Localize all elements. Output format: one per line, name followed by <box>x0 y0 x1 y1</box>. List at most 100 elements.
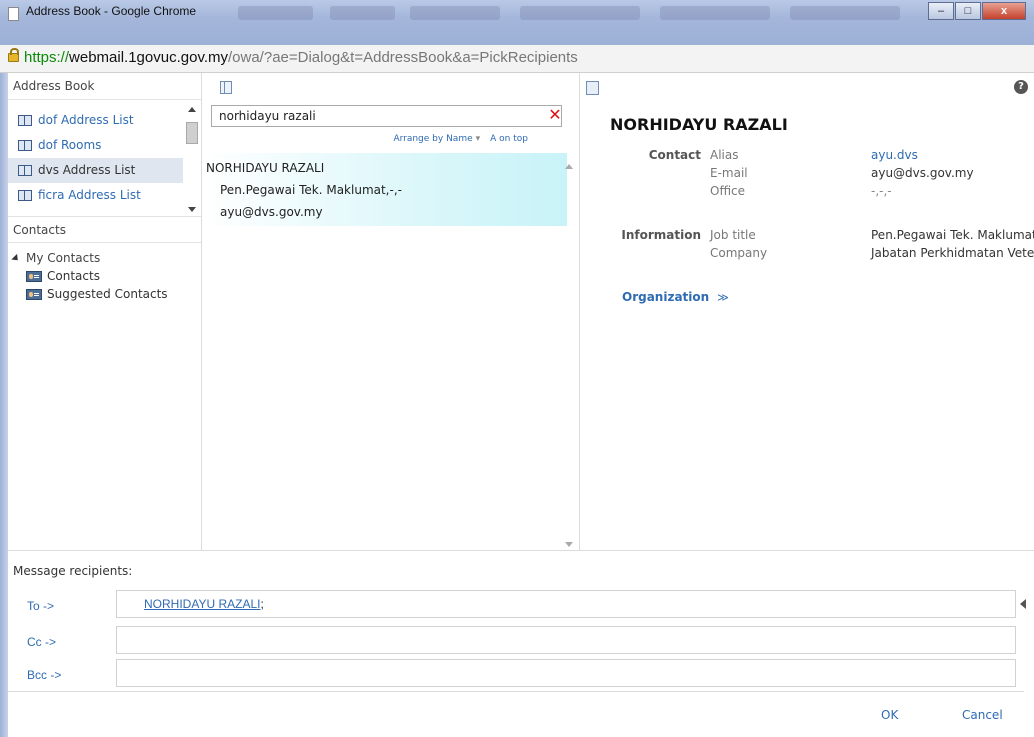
contact-section-label: Contact <box>648 148 701 162</box>
scroll-down-arrow-icon[interactable] <box>565 542 573 547</box>
search-input[interactable] <box>211 105 562 127</box>
lock-icon <box>8 48 19 62</box>
dialog-main: Address Book dof Address List dof Rooms … <box>8 73 1034 550</box>
address-book-icon <box>18 190 32 201</box>
cc-row: Cc -> <box>8 626 1030 662</box>
blurred-tab <box>410 6 500 20</box>
my-contacts-node[interactable]: My Contacts <box>8 249 201 267</box>
url-protocol: https:// <box>24 49 70 66</box>
collapse-arrow-icon[interactable] <box>1020 599 1026 609</box>
address-book-icon <box>18 165 32 176</box>
to-row: To -> NORHIDAYU RAZALI; <box>8 590 1030 626</box>
window-title: Address Book - Google Chrome <box>26 4 197 18</box>
contact-card-icon <box>26 288 42 300</box>
scroll-up-arrow-icon[interactable] <box>188 107 196 112</box>
alias-label: Alias <box>710 148 739 162</box>
my-contacts-label: My Contacts <box>26 251 101 265</box>
contact-name: NORHIDAYU RAZALI <box>610 115 788 134</box>
close-button[interactable]: x <box>982 2 1026 20</box>
results-pane: ✕ Arrange by Name ▾ A on top NORHIDAYU RAZ… <box>202 73 580 550</box>
bcc-field[interactable] <box>116 659 1016 687</box>
detail-pane: ? NORHIDAYU RAZALI Contact Alias ayu.dvs… <box>581 73 1034 550</box>
scroll-up-arrow-icon[interactable] <box>565 164 573 169</box>
scroll-thumb[interactable] <box>186 122 198 144</box>
address-bar[interactable]: https://webmail.1govuc.gov.my/owa/?ae=Di… <box>0 45 1034 73</box>
address-list-scrollbar[interactable] <box>185 104 199 214</box>
address-book-header: Address Book <box>8 73 201 100</box>
result-list: NORHIDAYU RAZALI Pen.Pegawai Tek. Maklum… <box>202 153 580 550</box>
blurred-tab <box>238 6 313 20</box>
help-icon[interactable]: ? <box>1014 80 1028 94</box>
address-list-label: dof Rooms <box>38 138 102 152</box>
company-label: Company <box>710 246 768 260</box>
divider <box>8 691 1024 692</box>
message-recipients-label: Message recipients: <box>13 564 133 578</box>
cc-button[interactable]: Cc -> <box>27 635 56 649</box>
address-list-item[interactable]: dof Rooms <box>8 133 201 158</box>
address-list-item[interactable]: dof Address List <box>8 108 201 133</box>
suggested-contacts-folder[interactable]: Suggested Contacts <box>8 285 201 303</box>
address-book-icon <box>18 115 32 126</box>
bcc-row: Bcc -> <box>8 659 1030 695</box>
url-host: webmail.1govuc.gov.my <box>69 49 228 66</box>
chevron-down-icon[interactable]: ▾ <box>476 134 481 144</box>
to-button[interactable]: To -> <box>27 599 54 613</box>
scroll-down-arrow-icon[interactable] <box>188 207 196 212</box>
office-value: -,-,- <box>871 184 892 198</box>
organization-label: Organization <box>622 290 710 304</box>
organization-toggle[interactable]: Organization ≫ <box>622 290 729 304</box>
arrange-bar: Arrange by Name ▾ A on top <box>202 134 528 144</box>
email-value: ayu@dvs.gov.my <box>871 166 974 180</box>
office-label: Office <box>710 184 746 198</box>
minimize-button[interactable]: – <box>928 2 954 20</box>
pane-toggle-icon[interactable] <box>220 81 232 94</box>
blurred-tab <box>330 6 395 20</box>
blurred-tab <box>790 6 900 20</box>
title-bar: Address Book - Google Chrome – □ x <box>0 0 1034 45</box>
maximize-button[interactable]: □ <box>955 2 981 20</box>
double-chevron-down-icon[interactable]: ≫ <box>717 291 729 304</box>
address-list-item-selected[interactable]: dvs Address List <box>8 158 183 183</box>
job-title-value: Pen.Pegawai Tek. Maklumat <box>871 228 1034 242</box>
job-title-label: Job title <box>710 228 756 242</box>
results-scrollbar[interactable] <box>562 161 574 549</box>
contacts-folder-label: Contacts <box>47 269 100 283</box>
clear-search-icon[interactable]: ✕ <box>547 104 563 126</box>
url-text[interactable]: https://webmail.1govuc.gov.my/owa/?ae=Di… <box>24 49 578 66</box>
cc-field[interactable] <box>116 626 1016 654</box>
sort-order-button[interactable]: A on top <box>490 134 528 144</box>
address-list-label: dof Address List <box>38 113 134 127</box>
blurred-tab <box>520 6 640 20</box>
navigation-pane: Address Book dof Address List dof Rooms … <box>8 73 202 550</box>
address-list-label: ficra Address List <box>38 188 141 202</box>
arrange-by-name-button[interactable]: Arrange by Name <box>393 134 472 144</box>
expand-triangle-icon[interactable] <box>11 253 21 263</box>
add-to-contacts-icon[interactable] <box>586 81 599 95</box>
page-icon <box>8 7 19 21</box>
result-name: NORHIDAYU RAZALI <box>206 161 325 175</box>
result-email: ayu@dvs.gov.my <box>220 205 323 219</box>
contacts-header: Contacts <box>8 216 201 243</box>
blurred-tab <box>660 6 770 20</box>
alias-value[interactable]: ayu.dvs <box>871 148 918 162</box>
address-list-list: dof Address List dof Rooms dvs Address L… <box>8 100 201 216</box>
to-recipient[interactable]: NORHIDAYU RAZALI <box>144 597 260 611</box>
ok-button[interactable]: OK <box>881 708 898 722</box>
information-section-label: Information <box>621 228 701 242</box>
to-separator: ; <box>260 597 264 611</box>
contact-card-icon <box>26 270 42 282</box>
address-book-icon <box>18 140 32 151</box>
result-item[interactable]: NORHIDAYU RAZALI Pen.Pegawai Tek. Maklum… <box>202 153 567 226</box>
address-list-item[interactable]: ficra Address List <box>8 183 201 208</box>
bcc-button[interactable]: Bcc -> <box>27 668 61 682</box>
contacts-folder[interactable]: Contacts <box>8 267 201 285</box>
cancel-button[interactable]: Cancel <box>962 708 1003 722</box>
window-frame <box>0 73 8 737</box>
contacts-tree: My Contacts Contacts Suggested Contacts <box>8 243 201 303</box>
email-label: E-mail <box>710 166 748 180</box>
company-value: Jabatan Perkhidmatan Veterinar <box>871 246 1034 260</box>
suggested-contacts-label: Suggested Contacts <box>47 287 168 301</box>
result-title: Pen.Pegawai Tek. Maklumat,-,- <box>220 183 402 197</box>
recipients-area: Message recipients: To -> NORHIDAYU RAZA… <box>8 550 1034 737</box>
to-field[interactable]: NORHIDAYU RAZALI; <box>116 590 1016 618</box>
